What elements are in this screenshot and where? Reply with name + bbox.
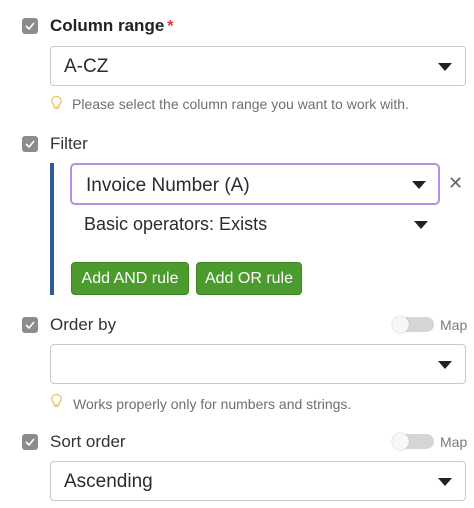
filter-checkbox[interactable] — [22, 136, 38, 152]
filter-operator-select[interactable]: Basic operators: Exists — [70, 206, 440, 242]
caret-down-icon — [438, 361, 452, 369]
checkbox-check-icon — [25, 22, 35, 31]
caret-down-icon — [438, 63, 452, 71]
filter-field-select[interactable]: Invoice Number (A) — [70, 163, 440, 205]
add-or-rule-button[interactable]: Add OR rule — [196, 262, 302, 295]
order-by-checkbox[interactable] — [22, 317, 38, 333]
order-by-hint: Works properly only for numbers and stri… — [73, 396, 352, 412]
lightbulb-icon — [51, 393, 62, 408]
column-range-hint: Please select the column range you want … — [72, 96, 409, 112]
column-range-label-text: Column range — [50, 16, 165, 35]
order-by-map-label: Map — [440, 317, 468, 333]
column-range-checkbox[interactable] — [22, 18, 38, 34]
sort-order-map-label: Map — [440, 434, 468, 450]
required-mark: * — [167, 18, 174, 35]
filter-field-value: Invoice Number (A) — [86, 175, 250, 196]
lightbulb-icon — [51, 95, 62, 110]
filter-operator-value: Basic operators: Exists — [84, 214, 268, 234]
order-by-map-toggle[interactable] — [392, 316, 434, 333]
caret-down-icon — [438, 478, 452, 486]
sort-order-map-toggle[interactable] — [392, 433, 434, 450]
column-range-select[interactable]: A-CZ — [50, 46, 466, 86]
add-and-rule-button[interactable]: Add AND rule — [71, 262, 189, 295]
checkbox-check-icon — [25, 321, 35, 330]
toggle-knob — [392, 433, 409, 450]
filter-label: Filter — [50, 134, 88, 153]
caret-down-icon — [412, 181, 426, 189]
sort-order-value: Ascending — [64, 471, 153, 492]
toggle-knob — [392, 316, 409, 333]
filter-group-bar — [50, 163, 54, 295]
checkbox-check-icon — [25, 438, 35, 447]
sort-order-select[interactable]: Ascending — [50, 461, 466, 501]
order-by-select[interactable] — [50, 344, 466, 384]
checkbox-check-icon — [25, 140, 35, 149]
sort-order-label: Sort order — [50, 432, 126, 451]
sort-order-checkbox[interactable] — [22, 434, 38, 450]
caret-down-icon — [414, 221, 428, 229]
column-range-label: Column range * — [50, 16, 174, 36]
order-by-label: Order by — [50, 315, 117, 334]
column-range-value: A-CZ — [64, 56, 109, 77]
close-icon[interactable]: ✕ — [448, 173, 463, 194]
